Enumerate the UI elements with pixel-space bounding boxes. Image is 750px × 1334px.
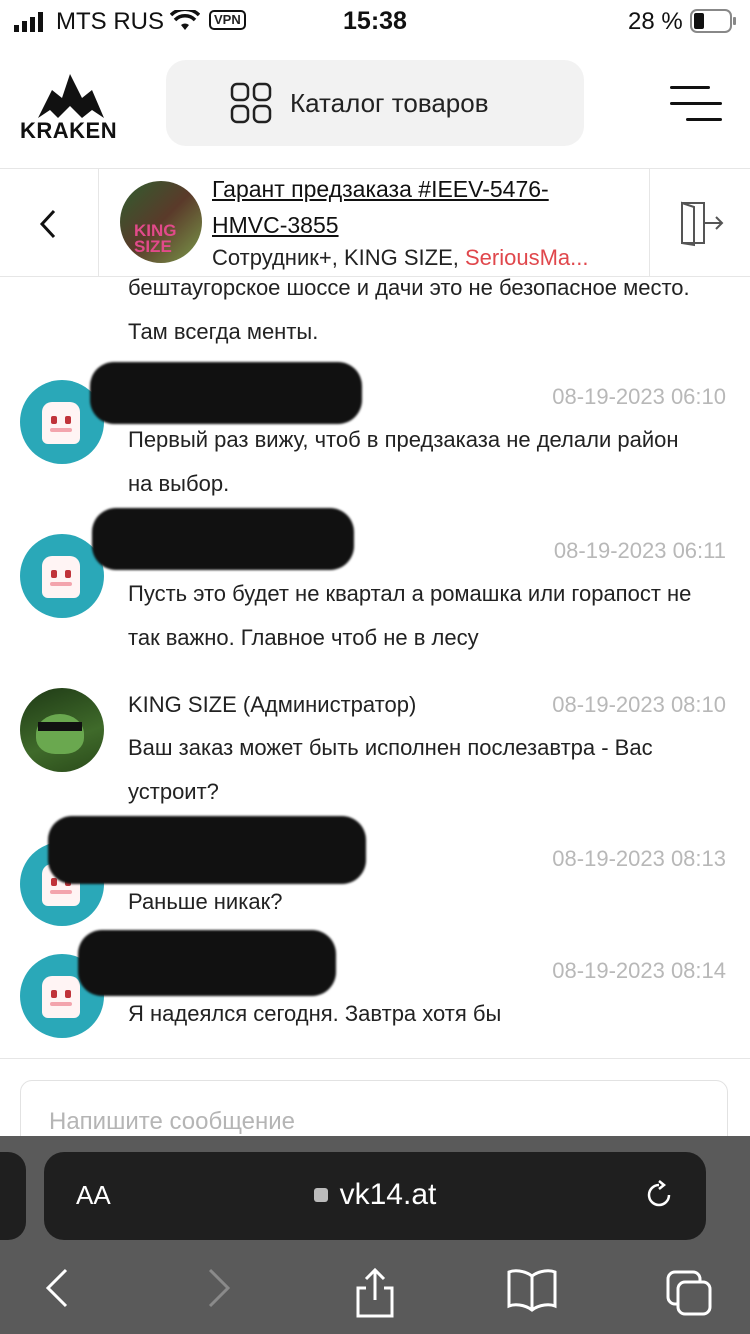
avatar[interactable] — [20, 688, 104, 772]
exit-door-icon — [681, 201, 724, 247]
forward-arrow-icon[interactable] — [204, 1268, 234, 1308]
tabs-icon[interactable] — [664, 1268, 714, 1318]
catalog-button[interactable]: Каталог товаров — [166, 60, 584, 146]
message-input[interactable] — [47, 1107, 691, 1137]
redacted-username — [90, 362, 362, 424]
chevron-left-icon — [39, 209, 56, 239]
grid-icon — [230, 82, 272, 124]
back-arrow-icon[interactable] — [42, 1268, 72, 1308]
members-list: Сотрудник+, KING SIZE, — [212, 245, 465, 270]
message-author[interactable]: KING SIZE (Администратор) — [128, 692, 416, 718]
chat-avatar-logo-text: KING SIZE — [134, 221, 177, 256]
message-list[interactable]: бештаугорское шоссе и дачи это не безопа… — [0, 276, 750, 1059]
chat-avatar[interactable]: KING SIZE — [120, 181, 202, 263]
message-time: 08-19-2023 06:11 — [553, 538, 726, 563]
chat-header: KING SIZE Гарант предзаказа #IEEV-5476-H… — [0, 169, 750, 277]
message-text: Первый раз вижу, чтоб в предзаказа не де… — [128, 427, 679, 496]
catalog-label: Каталог товаров — [290, 87, 489, 118]
message-text: Пусть это будет не квартал а ромашка или… — [128, 581, 692, 650]
message-time: 08-19-2023 08:10 — [552, 692, 726, 717]
url-text: vk14.at — [339, 1178, 437, 1211]
browser-chrome: AA vk14.at — [0, 1136, 750, 1334]
redacted-username — [78, 930, 336, 996]
previous-tab[interactable] — [0, 1152, 26, 1240]
redacted-username — [92, 508, 354, 570]
url-display: vk14.at — [44, 1178, 706, 1212]
battery-percent: 28 % — [628, 8, 683, 35]
message-time: 08-19-2023 06:10 — [552, 384, 726, 409]
status-bar: MTS RUS VPN 15:38 28 % — [0, 0, 750, 44]
battery-icon — [690, 9, 736, 33]
message-text: бештаугорское шоссе и дачи это не безопа… — [128, 276, 690, 344]
message-text: Раньше никак? — [128, 889, 283, 914]
redacted-username — [48, 816, 366, 884]
logo-text[interactable]: KRAKEN — [20, 118, 117, 144]
browser-toolbar — [0, 1262, 750, 1334]
share-icon[interactable] — [354, 1268, 396, 1320]
lock-icon — [313, 1188, 328, 1202]
reload-icon[interactable] — [642, 1178, 676, 1212]
address-bar[interactable]: AA vk14.at — [44, 1152, 706, 1240]
chat-members: Сотрудник+, KING SIZE, SeriousMa... — [212, 245, 642, 271]
chat-title-link[interactable]: Гарант предзаказа #IEEV-5476-HMVC-3855 — [212, 171, 612, 243]
message-text: Я надеялся сегодня. Завтра хотя бы — [128, 1001, 502, 1026]
members-highlight: SeriousMa... — [464, 245, 589, 270]
site-header: KRAKEN Каталог товаров — [0, 44, 750, 169]
leave-chat-button[interactable] — [649, 169, 750, 276]
bookmarks-icon[interactable] — [506, 1268, 558, 1312]
back-button[interactable] — [0, 169, 99, 276]
hamburger-menu-icon[interactable] — [668, 84, 724, 124]
message-text: Ваш заказ может быть исполнен послезавтр… — [128, 735, 653, 804]
message-time: 08-19-2023 08:13 — [552, 846, 726, 871]
message-time: 08-19-2023 08:14 — [552, 958, 726, 983]
